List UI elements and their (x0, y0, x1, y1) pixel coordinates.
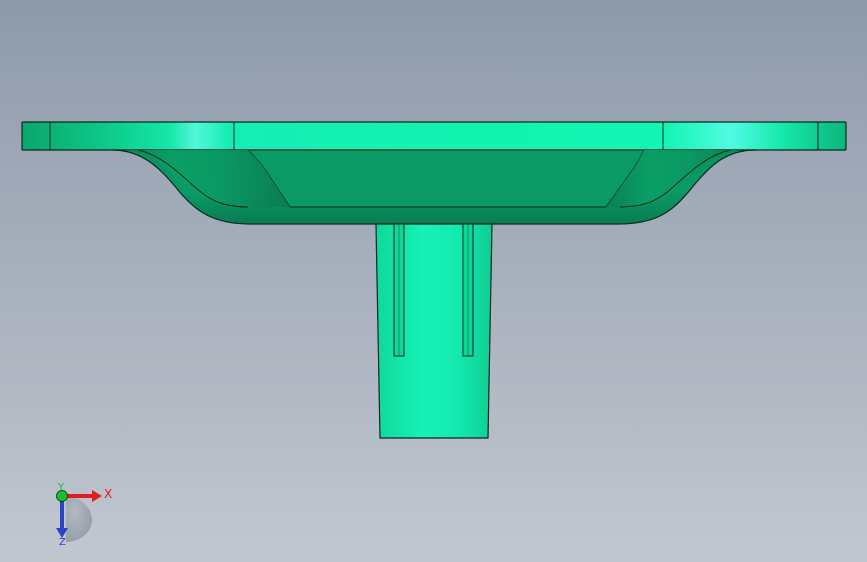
z-axis-label: Z (59, 537, 66, 548)
stem-body[interactable] (375, 223, 493, 439)
view-triad[interactable]: X Y Z (40, 478, 120, 548)
model-view[interactable] (0, 0, 867, 562)
flange-inner-face[interactable] (246, 149, 645, 208)
graphics-viewport[interactable]: X Y Z (0, 0, 867, 562)
y-axis-label: Y (57, 482, 65, 493)
plate-top-face[interactable] (22, 122, 846, 150)
triad-shadow (66, 496, 92, 542)
x-axis-label: X (104, 487, 112, 501)
